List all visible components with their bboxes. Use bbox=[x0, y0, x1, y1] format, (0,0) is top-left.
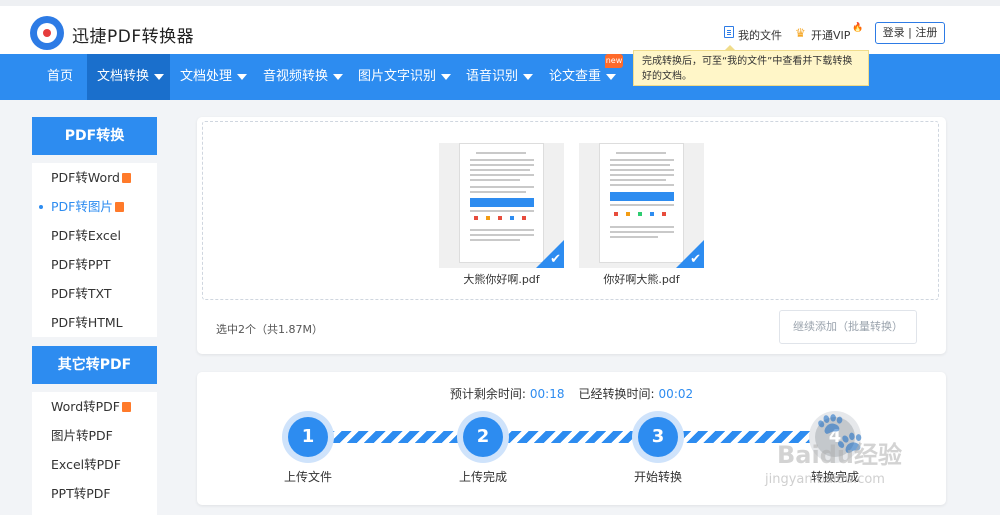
elapsed-time-value: 00:02 bbox=[658, 387, 694, 401]
sidebar-item-word-to-pdf[interactable]: Word转PDF bbox=[32, 392, 157, 421]
file-thumbnail[interactable]: ✔ bbox=[579, 143, 704, 268]
chevron-down-icon bbox=[237, 73, 248, 80]
vip-tag-icon bbox=[121, 173, 131, 183]
step-number: 3 bbox=[638, 417, 678, 457]
sidebar-item-label: PDF转Excel bbox=[51, 228, 121, 243]
sidebar-item-label: PDF转Word bbox=[51, 170, 120, 185]
nav-label: 文档处理 bbox=[180, 69, 233, 84]
sidebar-item-ppt-to-pdf[interactable]: PPT转PDF bbox=[32, 479, 157, 508]
new-badge: new bbox=[605, 54, 623, 68]
sidebar-item-image-to-pdf[interactable]: 图片转PDF bbox=[32, 421, 157, 450]
chevron-down-icon bbox=[441, 73, 452, 80]
fire-icon: 🔥 bbox=[852, 23, 864, 33]
sidebar-heading-other-to-pdf: 其它转PDF bbox=[32, 346, 157, 384]
chevron-down-icon bbox=[333, 73, 344, 80]
app-header: 迅捷PDF转换器 我的文件 ♛ 开通VIP 🔥 登录 | 注册 bbox=[0, 6, 1000, 54]
sidebar-item-label: PDF转PPT bbox=[51, 257, 111, 272]
step-number: 2 bbox=[463, 417, 503, 457]
nav-label: 音视频转换 bbox=[263, 69, 329, 84]
sidebar-item-pdf-to-ppt[interactable]: PDF转PPT bbox=[32, 250, 157, 279]
sidebar-item-pdf-to-word[interactable]: PDF转Word bbox=[32, 163, 157, 192]
my-files-tooltip: 完成转换后，可至“我的文件”中查看并下载转换好的文档。 bbox=[633, 45, 869, 86]
step-1-label: 上传文件 bbox=[283, 470, 332, 484]
progress-track bbox=[312, 431, 832, 443]
sidebar-item-label: 图片转PDF bbox=[51, 428, 113, 443]
file-drop-zone[interactable]: ✔ 大熊你好啊.pdf ✔ 你好啊大熊.pdf bbox=[202, 121, 939, 300]
app-brand[interactable]: 迅捷PDF转换器 bbox=[72, 22, 194, 47]
app-logo-icon[interactable] bbox=[30, 16, 64, 50]
sidebar-item-pdf-to-excel[interactable]: PDF转Excel bbox=[32, 221, 157, 250]
pdf-page-preview bbox=[599, 143, 684, 263]
step-2-label: 上传完成 bbox=[458, 470, 507, 484]
elapsed-time-label: 已经转换时间: bbox=[578, 387, 655, 401]
vip-tag-icon bbox=[121, 402, 131, 412]
add-more-files-button[interactable]: 继续添加（批量转换） bbox=[779, 310, 917, 344]
sidebar-item-excel-to-pdf[interactable]: Excel转PDF bbox=[32, 450, 157, 479]
step-3-label: 开始转换 bbox=[633, 470, 682, 484]
check-icon: ✔ bbox=[690, 252, 701, 267]
sidebar-item-label: Word转PDF bbox=[51, 399, 120, 414]
login-register-button[interactable]: 登录 | 注册 bbox=[875, 22, 945, 44]
nav-label: 图片文字识别 bbox=[358, 69, 437, 84]
nav-label: 语音识别 bbox=[466, 69, 519, 84]
sidebar-list-other-to-pdf: Word转PDF 图片转PDF Excel转PDF PPT转PDF bbox=[32, 392, 157, 515]
file-name: 你好啊大熊.pdf bbox=[603, 273, 680, 286]
sidebar-item-label: PDF转HTML bbox=[51, 315, 123, 330]
sidebar-item-pdf-to-html[interactable]: PDF转HTML bbox=[32, 308, 157, 337]
sidebar-item-label: PDF转图片 bbox=[51, 199, 113, 214]
step-4-label: 转换完成 bbox=[810, 470, 859, 484]
sidebar-item-pdf-to-image[interactable]: PDF转图片 bbox=[32, 192, 157, 221]
sidebar-heading-pdf-convert: PDF转换 bbox=[32, 117, 157, 155]
nav-ocr[interactable]: 图片文字识别 bbox=[358, 54, 452, 100]
nav-home[interactable]: 首页 bbox=[47, 54, 73, 100]
sidebar-item-pdf-to-txt[interactable]: PDF转TXT bbox=[32, 279, 157, 308]
step-number: 1 bbox=[288, 417, 328, 457]
my-files-link[interactable]: 我的文件 bbox=[738, 27, 782, 43]
conversion-progress-panel: 预计剩余时间: 00:18 已经转换时间: 00:02 1 上传文件 2 上传完成 3… bbox=[197, 372, 946, 505]
pdf-page-preview bbox=[459, 143, 544, 263]
step-4-indicator: 4 bbox=[809, 411, 861, 463]
nav-speech[interactable]: 语音识别 bbox=[466, 54, 534, 100]
file-name: 大熊你好啊.pdf bbox=[463, 273, 540, 286]
selection-info: 选中2个（共1.87M） bbox=[216, 323, 323, 336]
nav-doc-process[interactable]: 文档处理 bbox=[180, 54, 248, 100]
nav-label: 首页 bbox=[47, 69, 74, 84]
nav-label: 文档转换 bbox=[97, 69, 150, 84]
vip-tag-icon bbox=[114, 202, 124, 212]
document-icon[interactable] bbox=[724, 26, 734, 38]
step-1-indicator: 1 bbox=[282, 411, 334, 463]
chevron-down-icon bbox=[606, 73, 617, 80]
remaining-time-value: 00:18 bbox=[529, 387, 565, 401]
nav-doc-convert[interactable]: 文档转换 bbox=[87, 54, 171, 100]
crown-icon[interactable]: ♛ bbox=[795, 27, 806, 39]
step-3-indicator: 3 bbox=[632, 411, 684, 463]
step-number: 4 bbox=[815, 417, 855, 457]
nav-av-convert[interactable]: 音视频转换 bbox=[263, 54, 344, 100]
sidebar-item-label: PPT转PDF bbox=[51, 486, 111, 501]
sidebar-list-pdf-convert: PDF转Word PDF转图片 PDF转Excel PDF转PPT PDF转TX… bbox=[32, 163, 157, 337]
file-thumbnail[interactable]: ✔ bbox=[439, 143, 564, 268]
nav-label: 论文查重 bbox=[549, 69, 602, 84]
step-2-indicator: 2 bbox=[457, 411, 509, 463]
sidebar-item-label: Excel转PDF bbox=[51, 457, 121, 472]
chevron-down-icon bbox=[154, 73, 165, 80]
chevron-down-icon bbox=[523, 73, 534, 80]
remaining-time-label: 预计剩余时间: bbox=[449, 387, 526, 401]
open-vip-link[interactable]: 开通VIP bbox=[811, 27, 850, 43]
sidebar-item-label: PDF转TXT bbox=[51, 286, 112, 301]
upload-panel: ✔ 大熊你好啊.pdf ✔ 你好啊大熊.pdf 选中2个（共1.87M） 继续添… bbox=[197, 117, 946, 354]
time-row: 预计剩余时间: 00:18 已经转换时间: 00:02 bbox=[197, 385, 946, 402]
check-icon: ✔ bbox=[550, 252, 561, 267]
